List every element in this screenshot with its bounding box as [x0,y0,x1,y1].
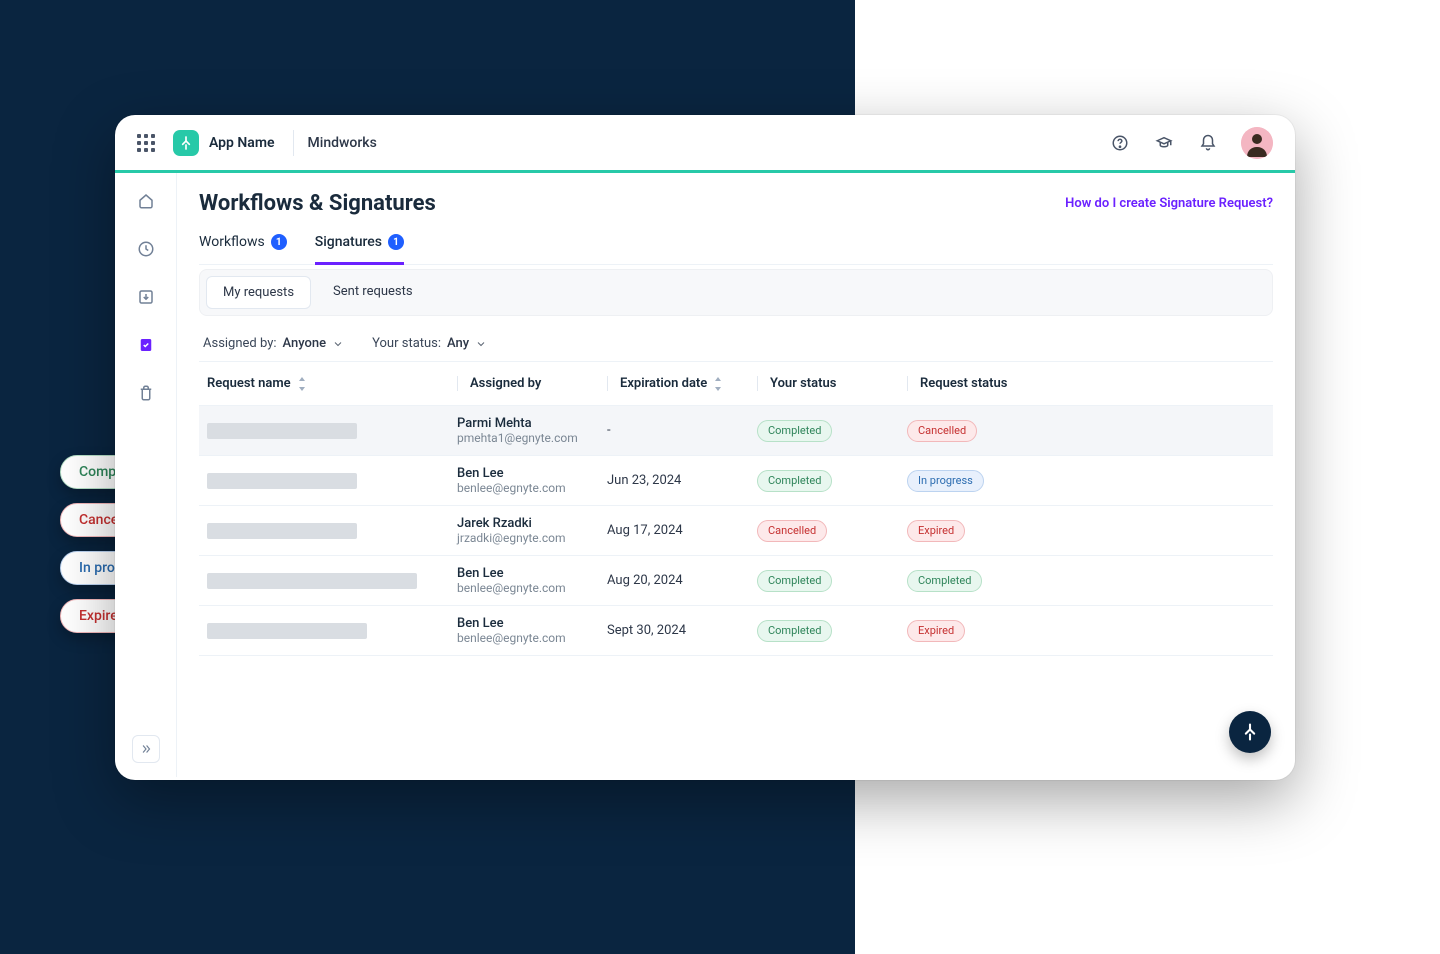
request-status-pill: In progress [907,470,984,492]
col-request-name-label: Request name [207,376,291,391]
logo-icon[interactable] [173,130,199,156]
main-content: Workflows & Signatures How do I create S… [177,173,1295,777]
header-divider [293,130,294,156]
expiration-date: Aug 20, 2024 [607,573,757,588]
bell-icon[interactable] [1191,126,1225,160]
request-name-placeholder [207,523,357,539]
your-status-pill: Cancelled [757,520,827,542]
col-your-status-label: Your status [770,376,836,391]
table-row[interactable]: Jarek Rzadki jrzadki@egnyte.com Aug 17, … [199,506,1273,556]
request-name-placeholder [207,573,417,589]
col-your-status[interactable]: Your status [757,376,907,391]
app-switcher-icon[interactable] [137,134,155,152]
filter-your-status-label: Your status: [372,336,441,351]
filter-your-status[interactable]: Your status: Any [372,336,487,351]
chevron-down-icon [332,338,344,350]
table-header: Request name Assigned by Expiration date… [199,361,1273,406]
graduation-icon[interactable] [1147,126,1181,160]
app-name: App Name [209,135,275,151]
tab-signatures-label: Signatures [315,234,382,250]
assignee-name: Ben Lee [457,466,607,481]
page-title: Workflows & Signatures [199,191,436,216]
assignee-name: Parmi Mehta [457,416,607,431]
table-row[interactable]: Ben Lee benlee@egnyte.com Sept 30, 2024 … [199,606,1273,656]
col-request-status[interactable]: Request status [907,376,1265,391]
assignee-email: benlee@egnyte.com [457,581,607,595]
expiration-date: Jun 23, 2024 [607,473,757,488]
app-header: App Name Mindworks [115,115,1295,173]
assignee-email: benlee@egnyte.com [457,631,607,645]
your-status-pill: Completed [757,620,832,642]
col-request-status-label: Request status [920,376,1007,391]
table-row[interactable]: Ben Lee benlee@egnyte.com Aug 20, 2024 C… [199,556,1273,606]
col-request-name[interactable]: Request name [207,376,457,391]
tab-workflows-label: Workflows [199,234,265,250]
workspace-name[interactable]: Mindworks [308,135,377,151]
help-icon[interactable] [1103,126,1137,160]
subtabs: My requests Sent requests [199,269,1273,316]
tabs: Workflows 1 Signatures 1 [199,226,1273,265]
tab-signatures-badge: 1 [388,234,404,250]
tab-signatures[interactable]: Signatures 1 [315,226,404,265]
clock-icon[interactable] [136,239,156,259]
request-name-placeholder [207,623,367,639]
filter-assigned-by-label: Assigned by: [203,336,277,351]
expand-sidebar-button[interactable] [132,735,160,763]
request-status-pill: Expired [907,520,965,542]
expiration-date: Sept 30, 2024 [607,623,757,638]
sort-icon [297,377,307,391]
col-assigned-by-label: Assigned by [470,376,541,391]
home-icon[interactable] [136,191,156,211]
tab-workflows-badge: 1 [271,234,287,250]
assignee-name: Ben Lee [457,616,607,631]
col-expiration-date[interactable]: Expiration date [607,376,757,391]
table-row[interactable]: Parmi Mehta pmehta1@egnyte.com - Complet… [199,406,1273,456]
expiration-date: Aug 17, 2024 [607,523,757,538]
assignee-name: Ben Lee [457,566,607,581]
col-assigned-by[interactable]: Assigned by [457,376,607,391]
assignee-email: pmehta1@egnyte.com [457,431,607,445]
request-name-placeholder [207,423,357,439]
request-status-pill: Expired [907,620,965,642]
your-status-pill: Completed [757,420,832,442]
filter-assigned-by-value: Anyone [283,336,327,351]
sort-icon [713,377,723,391]
fab-button[interactable] [1229,711,1271,753]
filters: Assigned by: Anyone Your status: Any [203,336,1273,351]
subtab-sent-requests[interactable]: Sent requests [317,276,429,309]
assignee-email: jrzadki@egnyte.com [457,531,607,545]
app-window: App Name Mindworks [115,115,1295,780]
avatar[interactable] [1241,127,1273,159]
request-name-placeholder [207,473,357,489]
chevron-down-icon [475,338,487,350]
requests-table: Request name Assigned by Expiration date… [199,361,1273,656]
assignee-email: benlee@egnyte.com [457,481,607,495]
assignee-name: Jarek Rzadki [457,516,607,531]
tab-workflows[interactable]: Workflows 1 [199,226,287,265]
checklist-icon[interactable] [136,335,156,355]
filter-assigned-by[interactable]: Assigned by: Anyone [203,336,344,351]
filter-your-status-value: Any [447,336,469,351]
your-status-pill: Completed [757,570,832,592]
table-row[interactable]: Ben Lee benlee@egnyte.com Jun 23, 2024 C… [199,456,1273,506]
request-status-pill: Completed [907,570,982,592]
subtab-my-requests[interactable]: My requests [206,276,311,309]
your-status-pill: Completed [757,470,832,492]
trash-icon[interactable] [136,383,156,403]
expiration-date: - [607,423,757,438]
download-box-icon[interactable] [136,287,156,307]
request-status-pill: Cancelled [907,420,977,442]
col-expiration-date-label: Expiration date [620,376,707,391]
help-link[interactable]: How do I create Signature Request? [1065,196,1273,211]
sidebar [115,173,177,777]
